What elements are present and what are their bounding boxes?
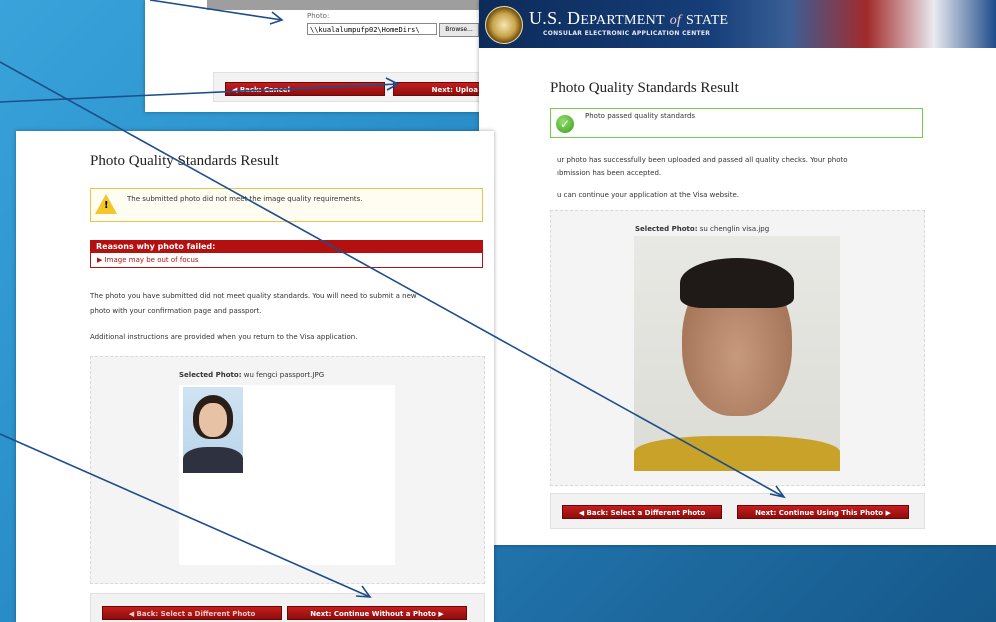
upload-panel: Photo: \\kualalumpufp02\HomeDirs\ Browse… [145,0,485,112]
failed-paragraph-1: The photo you have submitted did not mee… [90,289,417,319]
failed-paragraph-2: Additional instructions are provided whe… [90,333,358,341]
failed-selected-filename: wu fengci passport.JPG [243,371,325,379]
passed-para1-line2: ıbmission has been accepted. [557,169,662,177]
title-state: STATE [686,13,729,28]
seal-icon [485,6,523,44]
passed-para1-line1: ur photo has successfully been uploaded … [557,156,848,164]
next-upload-button[interactable]: Next: Uploa [393,82,485,96]
failed-para1-line1: The photo you have submitted did not mee… [90,292,417,300]
warning-message: The submitted photo did not meet the ima… [127,195,363,203]
failed-page-title: Photo Quality Standards Result [90,153,279,169]
header-subtitle: CONSULAR ELECTRONIC APPLICATION CENTER [543,30,711,37]
browse-button[interactable]: Browse... [439,23,479,37]
photo-hair [680,258,794,308]
selected-photo-filename: su chenglin visa.jpg [699,225,770,233]
check-icon: ✓ [556,115,574,133]
success-message: Photo passed quality standards [585,112,696,120]
failed-photo-frame [179,385,395,565]
next-continue-using-button[interactable]: Next: Continue Using This Photo ▶ [737,505,909,519]
warning-box: ! The submitted photo did not meet the i… [90,188,483,222]
selected-photo-box: Selected Photo: su chenglin visa.jpg [550,210,925,486]
reason-item: ▶ Image may be out of focus [90,253,483,268]
failed-back-different-photo-button[interactable]: ◀ Back: Select a Different Photo [102,606,282,620]
photo-file-input[interactable]: \\kualalumpufp02\HomeDirs\ [307,23,437,35]
title-of: of [669,13,682,28]
back-different-photo-button[interactable]: ◀ Back: Select a Different Photo [562,505,722,519]
applicant-photo [634,236,840,471]
failed-photo-jacket [183,447,243,473]
failed-photo-face [199,403,227,437]
failed-applicant-photo [183,387,243,473]
success-box: ✓ Photo passed quality standards [550,108,923,138]
passed-paragraph-2: u can continue your application at the V… [557,191,739,199]
selected-photo-caption: Selected Photo: su chenglin visa.jpg [635,225,769,233]
passed-result-panel: U.S. DEPARTMENT of STATE CONSULAR ELECTR… [479,0,996,545]
passed-paragraph-1: ur photo has successfully been uploaded … [557,154,848,180]
failed-para1-line2: photo with your confirmation page and pa… [90,307,262,315]
department-title: U.S. DEPARTMENT of STATE [529,8,728,29]
title-main: EPARTMENT [580,13,665,28]
page-title: Photo Quality Standards Result [550,80,739,96]
photo-field-label: Photo: [307,12,330,20]
upload-preview-bar [207,0,479,10]
failed-selected-label: Selected Photo: [179,371,242,379]
state-department-header: U.S. DEPARTMENT of STATE CONSULAR ELECTR… [479,0,996,48]
warning-icon-mark: ! [104,200,109,211]
photo-shirt [634,436,840,471]
failed-result-panel: Photo Quality Standards Result ! The sub… [16,131,494,622]
failed-selected-photo-box: Selected Photo: wu fengci passport.JPG [90,356,485,584]
next-continue-without-photo-button[interactable]: Next: Continue Without a Photo ▶ [287,606,467,620]
back-cancel-button[interactable]: ◀ Back: Cancel [225,82,385,96]
selected-photo-label: Selected Photo: [635,225,698,233]
title-prefix: U.S. D [529,8,581,28]
reasons-header: Reasons why photo failed: [90,240,483,253]
failed-selected-caption: Selected Photo: wu fengci passport.JPG [179,371,324,379]
